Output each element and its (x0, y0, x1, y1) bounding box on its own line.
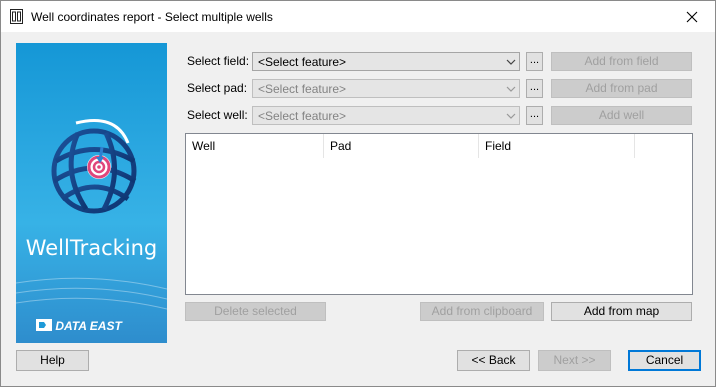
select-well-value: <Select feature> (258, 109, 347, 123)
select-pad-browse-button[interactable]: ... (526, 79, 543, 98)
cancel-button[interactable]: Cancel (628, 350, 701, 371)
select-field-value: <Select feature> (258, 55, 347, 69)
add-from-clipboard-button[interactable]: Add from clipboard (420, 302, 544, 321)
window-title: Well coordinates report - Select multipl… (31, 10, 273, 24)
add-well-button[interactable]: Add well (551, 106, 692, 125)
title-bar: Well coordinates report - Select multipl… (1, 1, 715, 32)
company-logo: DATA EAST (36, 319, 153, 333)
select-pad-value: <Select feature> (258, 82, 347, 96)
chevron-down-icon (506, 86, 516, 92)
app-icon (10, 9, 23, 24)
column-header-well[interactable]: Well (186, 134, 324, 158)
close-icon (686, 11, 698, 22)
add-from-map-button[interactable]: Add from map (551, 302, 692, 321)
chevron-down-icon (506, 113, 516, 119)
back-button[interactable]: << Back (457, 350, 530, 371)
close-button[interactable] (669, 1, 715, 32)
next-button[interactable]: Next >> (538, 350, 611, 371)
wells-list[interactable]: Well Pad Field (185, 133, 693, 295)
add-from-field-button[interactable]: Add from field (551, 52, 692, 71)
company-name: DATA EAST (55, 319, 122, 333)
delete-selected-button[interactable]: Delete selected (185, 302, 326, 321)
help-button[interactable]: Help (16, 350, 89, 371)
column-header-pad[interactable]: Pad (324, 134, 479, 158)
select-pad-combo[interactable]: <Select feature> (252, 79, 520, 98)
select-field-combo[interactable]: <Select feature> (252, 52, 520, 71)
select-well-combo[interactable]: <Select feature> (252, 106, 520, 125)
add-from-pad-button[interactable]: Add from pad (551, 79, 692, 98)
select-field-browse-button[interactable]: ... (526, 52, 543, 71)
select-pad-label: Select pad: (187, 81, 248, 95)
select-well-browse-button[interactable]: ... (526, 106, 543, 125)
globe-target-icon (51, 119, 137, 214)
product-banner: WellTracking DATA EAST (16, 43, 167, 343)
product-name: WellTracking (25, 236, 158, 260)
data-east-logo-icon (36, 319, 52, 331)
select-well-label: Select well: (187, 108, 248, 122)
column-header-field[interactable]: Field (479, 134, 635, 158)
chevron-down-icon (506, 59, 516, 65)
wave-lines-icon (16, 277, 167, 310)
dialog-window: Well coordinates report - Select multipl… (0, 0, 716, 387)
select-field-label: Select field: (187, 54, 250, 68)
